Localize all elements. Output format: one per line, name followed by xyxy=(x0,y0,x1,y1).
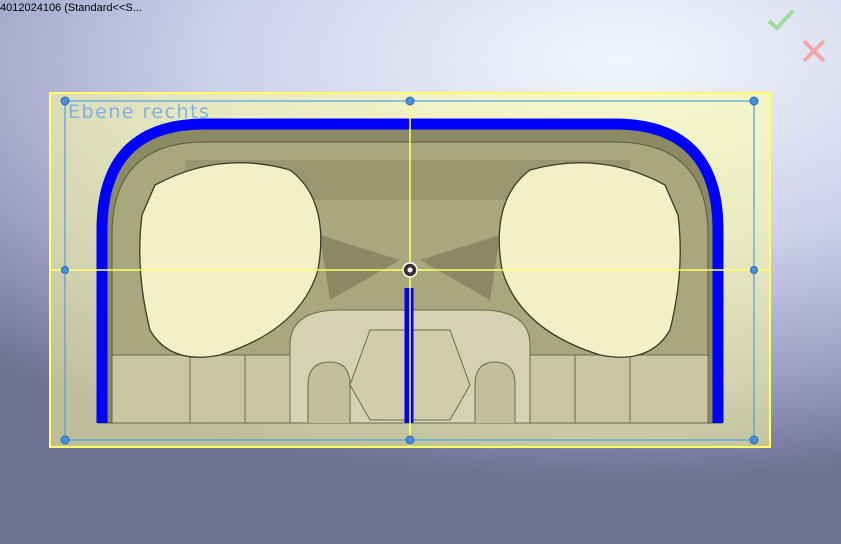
origin-icon xyxy=(402,262,418,278)
confirm-ok-button[interactable] xyxy=(766,8,796,32)
cancel-button[interactable] xyxy=(800,37,828,65)
graphics-viewport[interactable] xyxy=(0,0,841,544)
close-icon xyxy=(802,39,826,63)
plane-label: Ebene rechts xyxy=(68,101,211,123)
check-icon xyxy=(767,9,795,31)
